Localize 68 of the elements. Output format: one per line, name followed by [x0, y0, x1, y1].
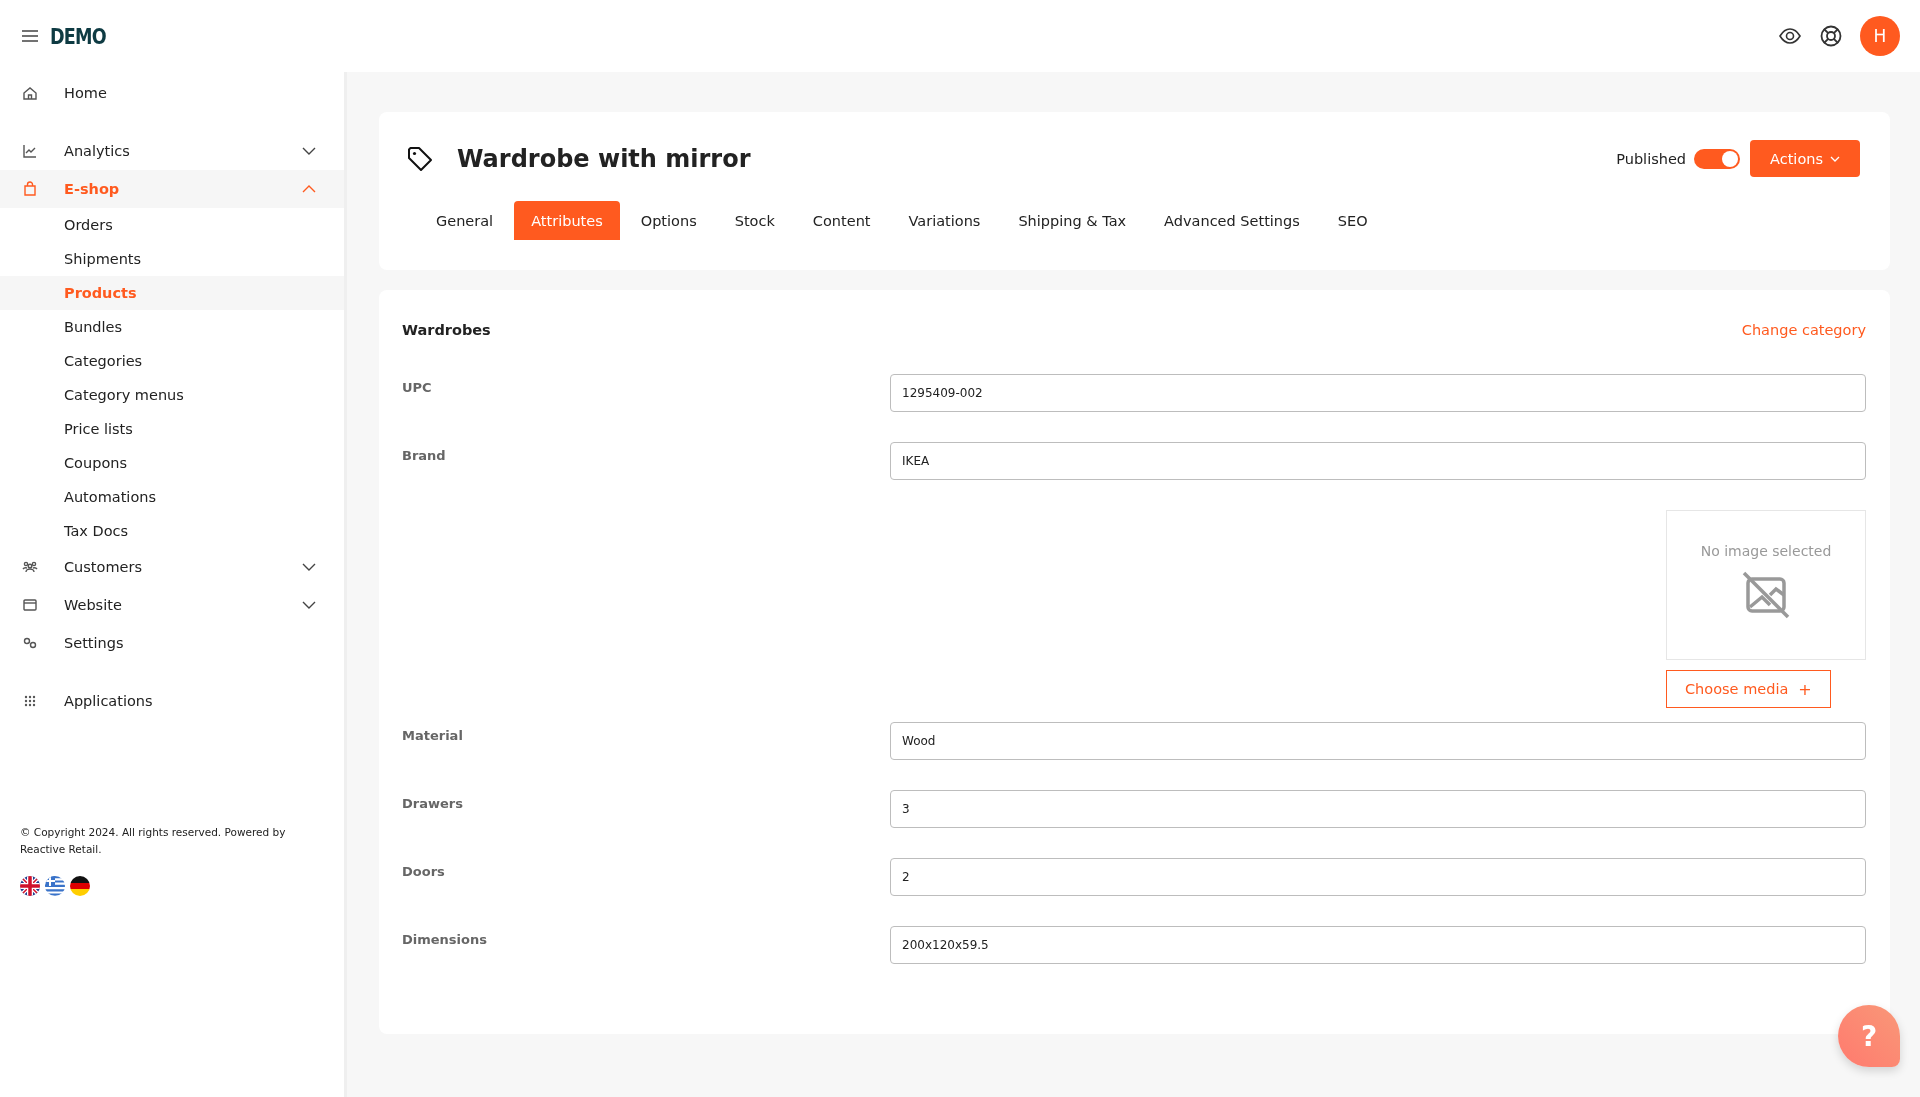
sidebar-item-label: Analytics	[64, 143, 131, 159]
logo[interactable]: DEMO	[50, 23, 106, 49]
tab[interactable]: Stock	[717, 201, 792, 240]
field-label: Brand	[402, 447, 447, 463]
plus-icon: +	[1798, 679, 1812, 699]
sidebar-subitem[interactable]: Price lists	[0, 412, 344, 446]
tag-icon	[407, 145, 433, 172]
sidebar-item[interactable]: Applications	[0, 682, 344, 720]
sidebar-item-label: E-shop	[64, 181, 121, 197]
chevron-down-icon[interactable]	[302, 563, 316, 571]
input-field[interactable]: Wood	[890, 722, 1866, 760]
input-field[interactable]: 1295409-002	[890, 374, 1866, 412]
grid-icon	[22, 693, 38, 709]
tab[interactable]: Options	[623, 201, 714, 240]
caret-icon	[1830, 155, 1840, 162]
sidebar-item[interactable]: Analytics	[0, 132, 344, 170]
sidebar-item-label: Website	[64, 597, 123, 613]
sidebar-item-label: Customers	[64, 559, 143, 575]
chart-icon	[22, 143, 38, 159]
published-toggle[interactable]	[1694, 148, 1741, 169]
bag-icon	[22, 181, 38, 197]
field-label: Drawers	[402, 795, 464, 811]
tab[interactable]: SEO	[1320, 201, 1385, 240]
copyright-text: © Copyright 2024. All rights reserved. Powered by Reactive Retail.	[20, 825, 287, 857]
tab[interactable]: Content	[795, 201, 888, 240]
sidebar-subitem[interactable]: Automations	[0, 480, 344, 514]
home-icon	[22, 85, 38, 101]
sidebar-item[interactable]: Home	[0, 74, 344, 112]
sidebar-subitem[interactable]: Coupons	[0, 446, 344, 480]
field-label: Doors	[402, 863, 446, 879]
uk-flag-icon[interactable]	[20, 876, 40, 896]
input-field[interactable]: 2	[890, 858, 1866, 896]
input-field[interactable]: IKEA	[890, 442, 1866, 480]
field-label: UPC	[402, 379, 433, 395]
tab[interactable]: Advanced Settings	[1147, 201, 1317, 240]
field-label: Material	[402, 727, 464, 743]
sidebar-item[interactable]: Website	[0, 586, 344, 624]
chevron-down-icon[interactable]	[302, 147, 316, 155]
product-title: Wardrobe with mirror	[457, 144, 751, 173]
category-name: Wardrobes	[402, 322, 491, 338]
sidebar-item[interactable]: Settings	[0, 624, 344, 662]
published-label: Published	[1616, 150, 1687, 167]
people-icon	[22, 559, 38, 575]
sidebar-subitem[interactable]: Category menus	[0, 378, 344, 412]
lifebuoy-icon[interactable]	[1819, 24, 1843, 48]
no-image-text: No image selected	[1700, 543, 1832, 559]
input-field[interactable]: 200x120x59.5	[890, 926, 1866, 964]
chevron-up-icon[interactable]	[302, 185, 316, 193]
chevron-down-icon[interactable]	[302, 601, 316, 609]
tab[interactable]: Shipping & Tax	[1001, 201, 1144, 240]
sidebar-item-label: Home	[64, 85, 108, 101]
german-flag-icon[interactable]	[70, 876, 90, 896]
window-icon	[22, 597, 38, 613]
input-field[interactable]: 3	[890, 790, 1866, 828]
tab[interactable]: Variations	[891, 201, 998, 240]
gears-icon	[22, 635, 38, 651]
sidebar-subitem[interactable]: Categories	[0, 344, 344, 378]
field-label: Dimensions	[402, 931, 488, 947]
sidebar-subitem[interactable]: Orders	[0, 208, 344, 242]
sidebar-item[interactable]: Customers	[0, 548, 344, 586]
sidebar-subitem[interactable]: Shipments	[0, 242, 344, 276]
menu-icon[interactable]	[22, 30, 38, 42]
sidebar-subitem[interactable]: Tax Docs	[0, 514, 344, 548]
greek-flag-icon[interactable]	[45, 876, 65, 896]
sidebar-item-label: Applications	[64, 693, 154, 709]
sidebar-subitem[interactable]: Bundles	[0, 310, 344, 344]
sidebar-item-label: Settings	[64, 635, 125, 651]
tab[interactable]: General	[419, 201, 511, 240]
